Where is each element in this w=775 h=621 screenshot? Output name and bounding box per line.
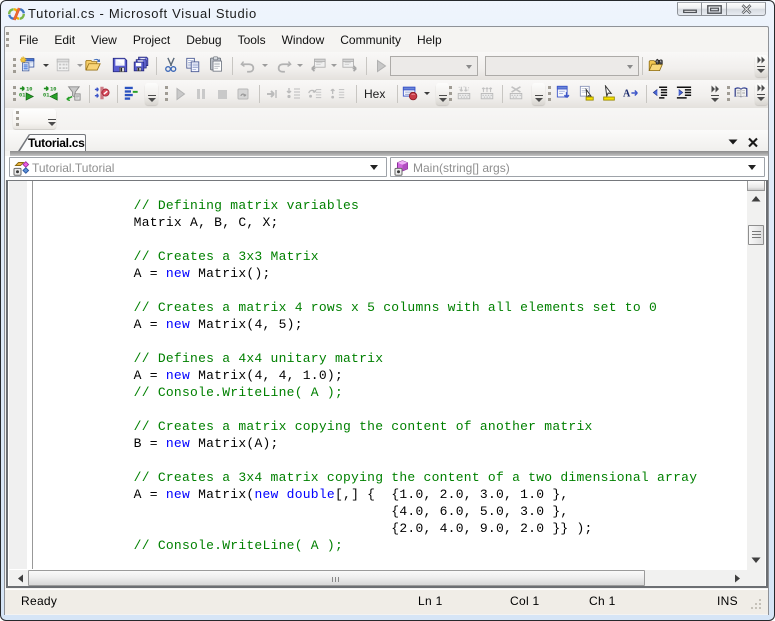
svg-text:A: A (623, 88, 631, 99)
svg-text:10: 10 (26, 86, 32, 92)
svg-text:10: 10 (50, 86, 56, 92)
svg-text:01: 01 (43, 93, 49, 99)
svg-text:01: 01 (19, 93, 25, 99)
